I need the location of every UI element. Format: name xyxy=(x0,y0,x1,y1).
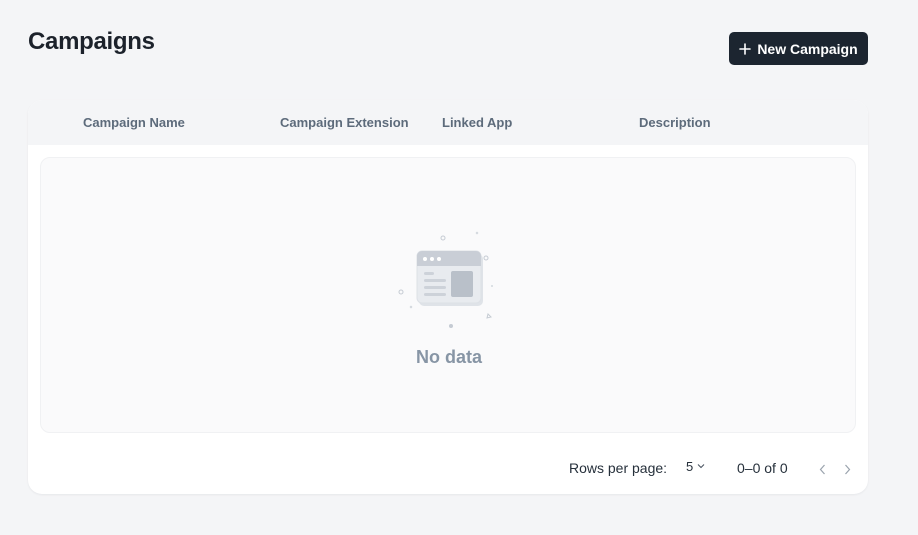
empty-state: No data xyxy=(40,157,856,433)
rows-per-page-label: Rows per page: xyxy=(569,460,668,476)
rows-per-page-value: 5 xyxy=(686,459,694,474)
next-page-button[interactable] xyxy=(841,462,853,476)
rows-per-page-select[interactable]: 5 xyxy=(686,459,705,479)
new-campaign-label: New Campaign xyxy=(757,40,858,57)
page-title: Campaigns xyxy=(28,28,155,55)
table-header: Campaign Name Campaign Extension Linked … xyxy=(28,100,868,145)
campaigns-table-card: Campaign Name Campaign Extension Linked … xyxy=(28,100,868,494)
column-header-campaign-name[interactable]: Campaign Name xyxy=(83,115,185,130)
new-campaign-button[interactable]: New Campaign xyxy=(729,32,868,65)
plus-icon xyxy=(739,42,752,55)
pagination-range: 0–0 of 0 xyxy=(737,460,788,476)
chevron-down-icon xyxy=(697,463,705,469)
empty-state-text: No data xyxy=(415,347,482,367)
campaigns-page: Campaigns New Campaign Campaign Name Cam… xyxy=(0,0,918,535)
column-header-description[interactable]: Description xyxy=(639,115,711,130)
column-header-campaign-extension[interactable]: Campaign Extension xyxy=(280,115,409,130)
previous-page-button[interactable] xyxy=(816,462,828,476)
empty-document-icon xyxy=(396,230,496,330)
column-header-linked-app[interactable]: Linked App xyxy=(442,115,512,130)
